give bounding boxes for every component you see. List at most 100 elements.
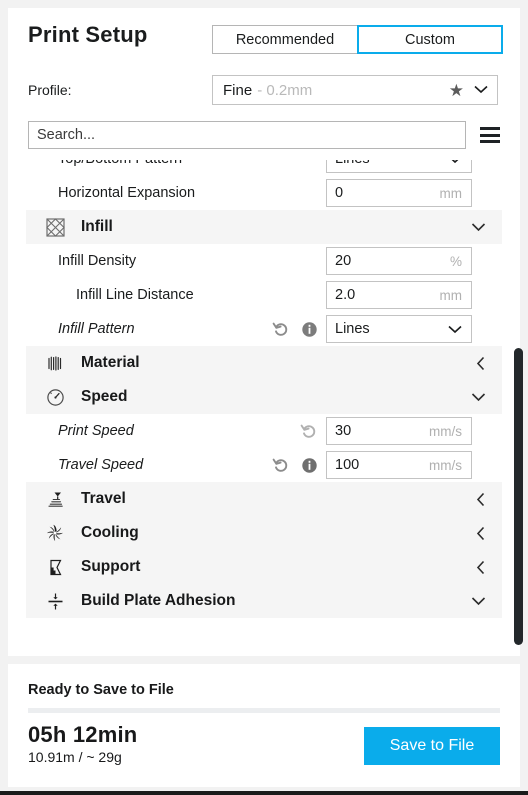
speed-gauge-icon bbox=[42, 386, 68, 408]
chevron-left-icon[interactable] bbox=[476, 526, 486, 541]
material-usage: 10.91m / ~ 29g bbox=[28, 749, 122, 765]
page-title: Print Setup bbox=[28, 22, 148, 47]
setting-label: Print Speed bbox=[58, 423, 134, 439]
tab-recommended[interactable]: Recommended bbox=[212, 25, 358, 54]
setting-controls: 20 % bbox=[326, 244, 520, 278]
hamburger-menu-icon[interactable] bbox=[480, 127, 500, 143]
estimated-time: 05h 12min bbox=[28, 722, 138, 747]
settings-list-inner: Top/Bottom Pattern Lines Horizontal Expa… bbox=[8, 160, 520, 618]
tab-custom[interactable]: Custom bbox=[357, 25, 503, 54]
setting-input[interactable]: 0 mm bbox=[326, 179, 472, 207]
revert-icon[interactable] bbox=[270, 454, 292, 476]
category-row-travel[interactable]: Travel bbox=[26, 482, 502, 516]
setting-value: 20 bbox=[335, 253, 352, 269]
setting-select[interactable]: Lines bbox=[326, 315, 472, 343]
revert-icon[interactable] bbox=[298, 420, 320, 442]
category-label: Build Plate Adhesion bbox=[81, 592, 236, 609]
setting-controls: Lines bbox=[270, 312, 520, 346]
category-label: Cooling bbox=[81, 524, 139, 541]
setting-value: 0 bbox=[335, 185, 344, 201]
profile-dropdown-icons: ★ bbox=[449, 81, 497, 99]
setting-unit: mm bbox=[439, 185, 463, 201]
settings-scrollbar-thumb[interactable] bbox=[514, 348, 523, 645]
setting-row: Infill Density 20 % bbox=[8, 244, 520, 278]
profile-suffix: - 0.2mm bbox=[257, 81, 313, 99]
setting-unit: mm bbox=[439, 287, 463, 303]
support-icon bbox=[42, 556, 68, 578]
window-bottom-edge bbox=[0, 791, 528, 795]
profile-row: Profile: Fine - 0.2mm ★ bbox=[8, 70, 520, 110]
setting-row: Top/Bottom Pattern Lines bbox=[8, 160, 520, 176]
ready-status-text: Ready to Save to File bbox=[28, 682, 174, 698]
category-row-speed[interactable]: Speed bbox=[26, 380, 502, 414]
setting-label: Horizontal Expansion bbox=[58, 185, 196, 201]
chevron-left-icon[interactable] bbox=[476, 560, 486, 575]
chevron-left-icon[interactable] bbox=[476, 356, 486, 371]
setting-row: Infill Pattern Lines bbox=[8, 312, 520, 346]
setting-label: Infill Pattern bbox=[58, 321, 135, 337]
setting-input[interactable]: 100 mm/s bbox=[326, 451, 472, 479]
setting-label: Top/Bottom Pattern bbox=[8, 160, 182, 167]
setting-label: Travel Speed bbox=[58, 457, 144, 473]
chevron-down-icon[interactable] bbox=[471, 222, 486, 232]
cooling-fan-icon bbox=[42, 522, 68, 544]
chevron-left-icon[interactable] bbox=[476, 492, 486, 507]
status-bar: Ready to Save to File 05h 12min 10.91m /… bbox=[8, 664, 520, 787]
info-icon[interactable] bbox=[298, 318, 320, 340]
setting-controls: 100 mm/s bbox=[270, 448, 520, 482]
setting-unit: mm/s bbox=[429, 423, 462, 439]
revert-icon[interactable] bbox=[270, 318, 292, 340]
chevron-down-icon bbox=[448, 325, 462, 334]
category-row-infill[interactable]: Infill bbox=[26, 210, 502, 244]
setting-unit: % bbox=[449, 253, 462, 269]
setting-label: Infill Density bbox=[58, 253, 137, 269]
print-setup-panel: Print Setup Recommended Custom Profile: … bbox=[8, 8, 520, 656]
category-row-cooling[interactable]: Cooling bbox=[26, 516, 502, 550]
panel-header: Print Setup Recommended Custom bbox=[8, 8, 520, 66]
save-to-file-button[interactable]: Save to File bbox=[364, 727, 500, 765]
mode-tabbar: Recommended Custom bbox=[212, 25, 503, 54]
setting-value: 2.0 bbox=[335, 287, 356, 303]
setting-controls: 2.0 mm bbox=[326, 278, 520, 312]
setting-input[interactable]: 30 mm/s bbox=[326, 417, 472, 445]
category-row-build-plate-adhesion[interactable]: Build Plate Adhesion bbox=[26, 584, 502, 618]
search-input[interactable] bbox=[29, 122, 465, 148]
search-box[interactable] bbox=[28, 121, 466, 149]
setting-select[interactable]: Lines bbox=[326, 160, 472, 173]
settings-list: Top/Bottom Pattern Lines Horizontal Expa… bbox=[8, 160, 520, 656]
category-row-support[interactable]: Support bbox=[26, 550, 502, 584]
profile-label: Profile: bbox=[28, 82, 72, 98]
setting-row: Infill Line Distance 2.0 mm bbox=[8, 278, 520, 312]
chevron-down-icon bbox=[448, 160, 462, 164]
category-label: Support bbox=[81, 558, 141, 575]
setting-controls: 0 mm bbox=[326, 176, 520, 210]
setting-input[interactable]: 20 % bbox=[326, 247, 472, 275]
category-label: Travel bbox=[81, 490, 126, 507]
progress-bar bbox=[28, 708, 500, 713]
setting-row: Travel Speed 100 mm/s bbox=[8, 448, 520, 482]
material-spool-icon bbox=[42, 352, 68, 374]
travel-nozzle-icon bbox=[42, 488, 68, 510]
setting-row: Horizontal Expansion 0 mm bbox=[8, 176, 520, 210]
chevron-down-icon[interactable] bbox=[471, 596, 486, 606]
setting-input[interactable]: 2.0 mm bbox=[326, 281, 472, 309]
category-label: Material bbox=[81, 354, 140, 371]
category-label: Infill bbox=[81, 218, 113, 235]
setting-value: 30 bbox=[335, 423, 352, 439]
category-row-material[interactable]: Material bbox=[26, 346, 502, 380]
setting-value: 100 bbox=[335, 457, 360, 473]
chevron-down-icon bbox=[474, 81, 488, 99]
setting-value: Lines bbox=[335, 160, 370, 167]
profile-name: Fine bbox=[223, 81, 253, 99]
setting-controls: 30 mm/s bbox=[298, 414, 520, 448]
profile-dropdown[interactable]: Fine - 0.2mm ★ bbox=[212, 75, 498, 105]
star-icon[interactable]: ★ bbox=[449, 82, 464, 99]
setting-unit: mm/s bbox=[429, 457, 462, 473]
category-label: Speed bbox=[81, 388, 128, 405]
chevron-down-icon[interactable] bbox=[471, 392, 486, 402]
infill-icon bbox=[42, 216, 68, 238]
info-icon[interactable] bbox=[298, 454, 320, 476]
setting-value: Lines bbox=[335, 321, 370, 337]
setting-controls: Lines bbox=[326, 160, 520, 176]
setting-label: Infill Line Distance bbox=[76, 287, 194, 303]
